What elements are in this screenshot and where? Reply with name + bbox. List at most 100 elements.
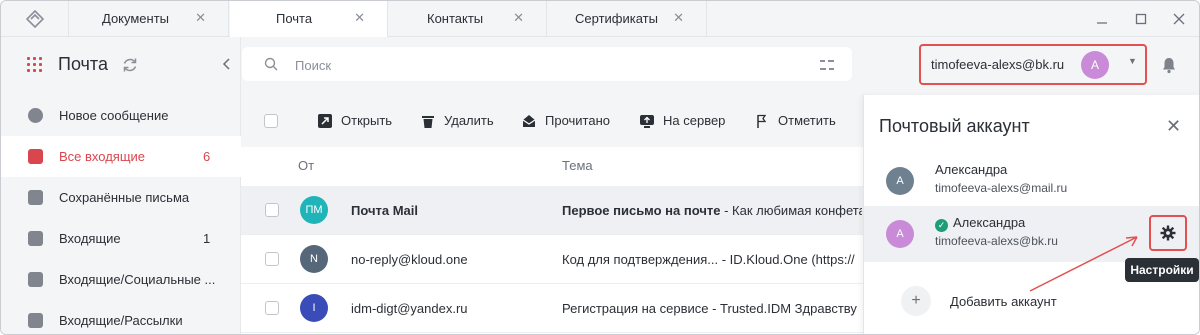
sidebar-item-label: Все входящие — [59, 149, 146, 164]
close-icon[interactable]: ✕ — [195, 10, 206, 26]
settings-tooltip: Настройки — [1125, 258, 1199, 282]
account-settings-button[interactable] — [1149, 215, 1187, 251]
chevron-down-icon: ▼ — [1128, 56, 1137, 66]
mark-read-button[interactable]: Прочитано — [522, 113, 610, 128]
open-button[interactable]: Открыть — [318, 113, 392, 128]
subject: Первое письмо на почте - Как любимая кон… — [562, 203, 862, 218]
select-all-checkbox[interactable] — [264, 114, 278, 128]
apps-grid-icon[interactable] — [27, 57, 42, 72]
account-email: timofeeva-alexs@bk.ru — [931, 57, 1065, 72]
subject: Код для подтверждения... - ID.Kloud.One … — [562, 252, 855, 267]
add-account-button[interactable]: + Добавить аккаунт — [901, 286, 1057, 316]
panel-title: Почтовый аккаунт — [879, 116, 1030, 136]
title-bar: Документы ✕ Почта ✕ Контакты ✕ Сертифика… — [1, 1, 1199, 38]
flag-icon — [757, 114, 767, 128]
table-row[interactable]: ПМ Почта Mail Первое письмо на почте - К… — [241, 186, 863, 235]
sender: idm-digt@yandex.ru — [351, 301, 468, 316]
row-checkbox[interactable] — [265, 301, 279, 315]
account-switcher[interactable]: timofeeva-alexs@bk.ru A ▼ — [919, 44, 1147, 85]
inbox-icon — [28, 149, 43, 164]
account-name: Александра — [935, 162, 1008, 177]
avatar: A — [886, 167, 914, 195]
close-icon[interactable]: ✕ — [513, 10, 524, 26]
sidebar-item-saved[interactable]: Сохранённые письма — [1, 177, 241, 218]
collapse-sidebar-icon[interactable] — [219, 55, 235, 73]
open-label: Открыть — [341, 113, 393, 128]
close-icon[interactable]: ✕ — [1166, 116, 1181, 137]
tab-contacts[interactable]: Контакты ✕ — [389, 1, 547, 37]
column-header-subject[interactable]: Тема — [562, 158, 593, 173]
trash-icon — [422, 115, 434, 128]
app-window: Документы ✕ Почта ✕ Контакты ✕ Сертифика… — [0, 0, 1200, 335]
envelope-icon — [28, 231, 43, 246]
close-icon[interactable]: ✕ — [673, 10, 684, 26]
maximize-icon[interactable] — [1129, 7, 1153, 31]
upload-server-icon — [640, 114, 654, 128]
account-name: Александра — [953, 215, 1026, 230]
sidebar-item-label: Новое сообщение — [59, 108, 169, 123]
to-server-button[interactable]: На сервер — [640, 113, 725, 128]
subject-preview: - Как любимая конфета — [720, 203, 862, 218]
folder-icon — [28, 313, 43, 328]
sidebar-item-inbox-newsletters[interactable]: Входящие/Рассылки — [1, 300, 241, 334]
avatar: I — [300, 294, 328, 322]
open-icon — [318, 113, 332, 128]
folder-icon — [28, 272, 43, 287]
account-name-row: ✓ Александра — [935, 215, 1025, 232]
minimize-icon[interactable] — [1090, 7, 1114, 31]
flag-button[interactable]: Отметить — [755, 113, 836, 128]
plus-icon: + — [901, 286, 931, 316]
unread-count: 1 — [203, 231, 211, 246]
refresh-icon[interactable] — [121, 56, 139, 74]
sidebar-item-inbox[interactable]: Входящие 1 — [1, 218, 241, 259]
open-envelope-icon — [522, 114, 536, 127]
close-window-icon[interactable] — [1167, 7, 1191, 31]
close-icon[interactable]: ✕ — [354, 10, 365, 26]
sidebar-item-label: Входящие/Рассылки — [59, 313, 183, 328]
tab-label: Документы — [102, 11, 170, 26]
delete-label: Удалить — [444, 113, 494, 128]
row-checkbox[interactable] — [265, 252, 279, 266]
subject-title: Первое письмо на почте — [562, 203, 721, 218]
delete-button[interactable]: Удалить — [421, 113, 494, 128]
avatar: A — [886, 220, 914, 248]
plus-icon — [28, 108, 43, 123]
add-account-label: Добавить аккаунт — [950, 293, 1057, 309]
sidebar-item-new-message[interactable]: Новое сообщение — [1, 95, 241, 136]
subject: Регистрация на сервисе - Trusted.IDM Здр… — [562, 301, 857, 316]
sidebar-item-label: Входящие/Социальные ... — [59, 272, 216, 287]
unread-count: 6 — [203, 149, 211, 164]
avatar: ПМ — [300, 196, 328, 224]
tab-label: Контакты — [427, 11, 484, 26]
sidebar-item-all-inbox[interactable]: Все входящие 6 — [1, 136, 241, 177]
sidebar-item-inbox-social[interactable]: Входящие/Социальные ... — [1, 259, 241, 300]
table-row[interactable]: I idm-digt@yandex.ru Регистрация на серв… — [241, 284, 863, 333]
tab-label: Почта — [276, 11, 313, 26]
search-input[interactable] — [295, 55, 775, 75]
account-item[interactable]: A Александра timofeeva-alexs@mail.ru — [864, 153, 1199, 209]
sidebar-item-label: Сохранённые письма — [59, 190, 190, 205]
sidebar-header: Почта — [1, 37, 241, 95]
gear-icon — [1160, 225, 1176, 241]
avatar: A — [1081, 51, 1109, 79]
mark-read-label: Прочитано — [545, 113, 610, 128]
check-icon: ✓ — [935, 219, 948, 232]
tab-label: Сертификаты — [575, 11, 658, 26]
row-checkbox[interactable] — [265, 203, 279, 217]
tab-mail[interactable]: Почта ✕ — [230, 1, 388, 38]
sidebar-title: Почта — [58, 54, 108, 74]
sender: no-reply@kloud.one — [351, 252, 468, 267]
filter-icon[interactable] — [819, 57, 835, 73]
bell-icon[interactable] — [1161, 56, 1177, 74]
app-logo-icon[interactable] — [1, 1, 69, 37]
account-email: timofeeva-alexs@bk.ru — [935, 234, 1058, 248]
account-email: timofeeva-alexs@mail.ru — [935, 181, 1068, 195]
sidebar-item-label: Входящие — [59, 231, 121, 246]
save-icon — [28, 190, 43, 205]
table-row[interactable]: N no-reply@kloud.one Код для подтвержден… — [241, 235, 863, 284]
column-header-from[interactable]: От — [298, 158, 314, 173]
tab-documents[interactable]: Документы ✕ — [70, 1, 229, 37]
tab-certificates[interactable]: Сертификаты ✕ — [548, 1, 707, 37]
avatar: N — [300, 245, 328, 273]
sender: Почта Mail — [351, 203, 418, 218]
